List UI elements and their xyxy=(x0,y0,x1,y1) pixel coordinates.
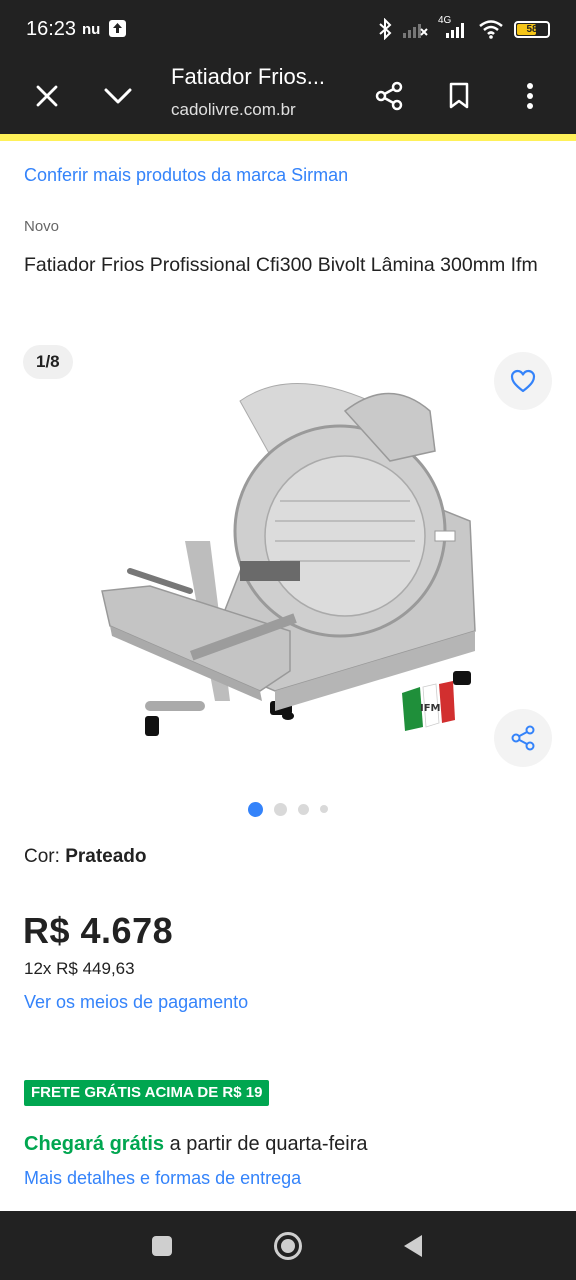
carousel-dots xyxy=(0,801,576,817)
close-button[interactable] xyxy=(23,72,71,120)
nav-back-icon xyxy=(404,1235,422,1257)
network-indicator: 4G xyxy=(438,15,468,40)
battery-icon: 58 xyxy=(514,20,550,38)
color-value: Prateado xyxy=(65,846,147,867)
product-title: Fatiador Frios Profissional Cfi300 Bivol… xyxy=(24,254,538,276)
carousel-dot[interactable] xyxy=(248,801,263,817)
product-price: R$ 4.678 xyxy=(23,910,174,951)
more-icon xyxy=(527,83,533,109)
battery-level: 58 xyxy=(526,23,538,35)
carousel-dot[interactable] xyxy=(320,805,328,813)
minimize-button[interactable] xyxy=(94,72,142,120)
color-row: Cor: Prateado xyxy=(24,846,147,868)
arrival-rest: a partir de quarta-feira xyxy=(164,1133,368,1155)
payment-methods-link[interactable]: Ver os meios de pagamento xyxy=(24,992,248,1013)
page-content: Conferir mais produtos da marca Sirman N… xyxy=(0,141,576,1211)
wifi-icon xyxy=(479,20,503,39)
color-label: Cor: xyxy=(24,846,60,867)
carousel-dot[interactable] xyxy=(298,803,309,815)
arrival-highlight: Chegará grátis xyxy=(24,1133,165,1155)
status-icons: 4G 58 xyxy=(378,15,550,42)
share-product-button[interactable] xyxy=(494,709,552,767)
close-icon xyxy=(36,85,58,107)
home-button[interactable] xyxy=(264,1223,312,1269)
bluetooth-icon xyxy=(379,18,392,40)
chevron-down-icon xyxy=(104,88,132,104)
browser-toolbar: Fatiador Frios... cadolivre.com.br xyxy=(0,58,576,134)
delivery-details-link[interactable]: Mais detalhes e formas de entrega xyxy=(24,1168,301,1189)
image-logo-text: IFM xyxy=(420,703,441,714)
arrival-info: Chegará grátis a partir de quarta-feira xyxy=(24,1133,368,1156)
carousel-dot[interactable] xyxy=(274,802,287,816)
page-title: Fatiador Frios... xyxy=(171,64,326,89)
favorite-button[interactable] xyxy=(494,352,552,410)
signal-4g-icon xyxy=(446,23,464,38)
signal-icon xyxy=(403,24,428,38)
share-icon xyxy=(375,81,403,111)
product-image[interactable]: IFM xyxy=(90,371,490,751)
nav-square-icon xyxy=(152,1236,172,1256)
product-condition: Novo xyxy=(24,218,60,235)
brand-link[interactable]: Conferir mais produtos da marca Sirman xyxy=(24,165,348,186)
page-url: cadolivre.com.br xyxy=(171,100,296,119)
installments: 12x R$ 449,63 xyxy=(24,959,135,978)
free-shipping-badge: FRETE GRÁTIS ACIMA DE R$ 19 xyxy=(24,1080,270,1106)
back-button[interactable] xyxy=(389,1223,437,1269)
bookmark-button[interactable] xyxy=(435,72,483,120)
accent-strip xyxy=(0,134,576,141)
image-counter: 1/8 xyxy=(23,345,73,379)
status-bar: 16:23 nu 4G 58 xyxy=(0,0,576,58)
upload-icon xyxy=(109,20,126,37)
status-time: 16:23 xyxy=(26,18,77,40)
nav-circle-icon xyxy=(274,1232,302,1260)
share-icon xyxy=(511,725,535,751)
recents-button[interactable] xyxy=(138,1223,186,1269)
more-options-button[interactable] xyxy=(506,72,554,120)
share-button[interactable] xyxy=(365,72,413,120)
status-carrier: nu xyxy=(82,21,101,38)
bookmark-icon xyxy=(449,82,469,109)
system-nav-bar xyxy=(0,1211,576,1280)
heart-icon xyxy=(510,369,536,393)
